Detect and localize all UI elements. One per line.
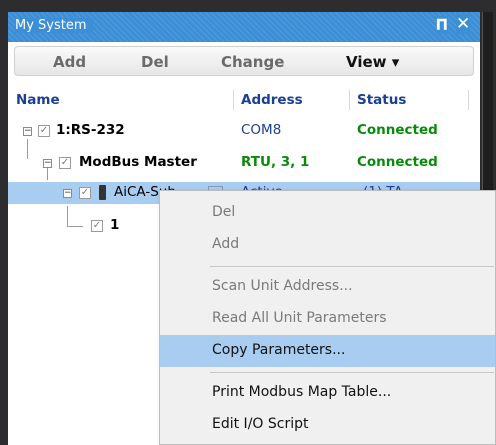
menu-item-add[interactable]: Add [160,229,495,261]
tree-item-label: 1:RS-232 [56,122,125,138]
tree-item-label: ModBus Master [79,154,197,170]
checkbox[interactable]: ✓ [38,125,50,137]
tree-item-label: 1 [110,217,120,233]
menu-item-label: Print Modbus Map Table... [212,384,392,400]
column-divider[interactable] [468,90,469,110]
panel-title: My System [15,18,93,33]
tree-item-address: RTU, 3, 1 [241,154,310,170]
device-icon [99,185,106,200]
checkbox[interactable]: ✓ [91,220,103,232]
pin-icon[interactable]: 𝚷 [436,16,448,34]
tree-item-status: Connected [357,154,438,170]
tree-item-status: Connected [357,122,438,138]
column-divider[interactable] [233,90,234,110]
panel-titlebar[interactable]: My System 𝚷 ✕ [8,12,480,42]
menu-item-label: Scan Unit Address... [212,278,353,294]
menu-item-label: Edit I/O Script [212,416,309,432]
context-menu: Del Add Scan Unit Address... Read All Un… [159,190,496,445]
del-button[interactable]: Del [141,53,169,71]
menu-item-label: Read All Unit Parameters [212,310,387,326]
toolbar: Add Del Change View ▾ [14,46,474,76]
view-menu-button[interactable]: View ▾ [346,53,399,71]
collapse-icon[interactable]: − [63,189,72,198]
column-header-address[interactable]: Address [241,92,303,108]
tree-row[interactable]: − ✓ ModBus Master RTU, 3, 1 Connected [8,152,480,174]
menu-item-copy-parameters[interactable]: Copy Parameters... [160,335,495,367]
change-button[interactable]: Change [221,53,284,71]
column-header-name[interactable]: Name [16,92,60,108]
tree-row[interactable]: − ✓ 1:RS-232 COM8 Connected [8,120,480,142]
checkbox[interactable]: ✓ [59,157,71,169]
menu-item-label: Copy Parameters... [212,342,346,358]
checkbox[interactable]: ✓ [79,187,91,199]
column-header-status[interactable]: Status [357,92,406,108]
menu-separator [210,372,494,373]
menu-item-edit-io-script[interactable]: Edit I/O Script [160,409,495,441]
collapse-icon[interactable]: − [43,159,52,168]
menu-item-print-modbus-map-table[interactable]: Print Modbus Map Table... [160,377,495,409]
menu-separator [210,266,494,267]
menu-item-del[interactable]: Del [160,197,495,229]
menu-item-label: Add [212,236,240,252]
menu-item-scan-unit-address[interactable]: Scan Unit Address... [160,271,495,303]
tree-item-address: COM8 [241,122,282,138]
menu-item-read-all-unit-parameters[interactable]: Read All Unit Parameters [160,303,495,335]
column-divider[interactable] [349,90,350,110]
menu-item-label: Del [212,204,236,220]
collapse-icon[interactable]: − [23,127,32,136]
close-icon[interactable]: ✕ [456,14,471,34]
add-button[interactable]: Add [53,53,86,71]
